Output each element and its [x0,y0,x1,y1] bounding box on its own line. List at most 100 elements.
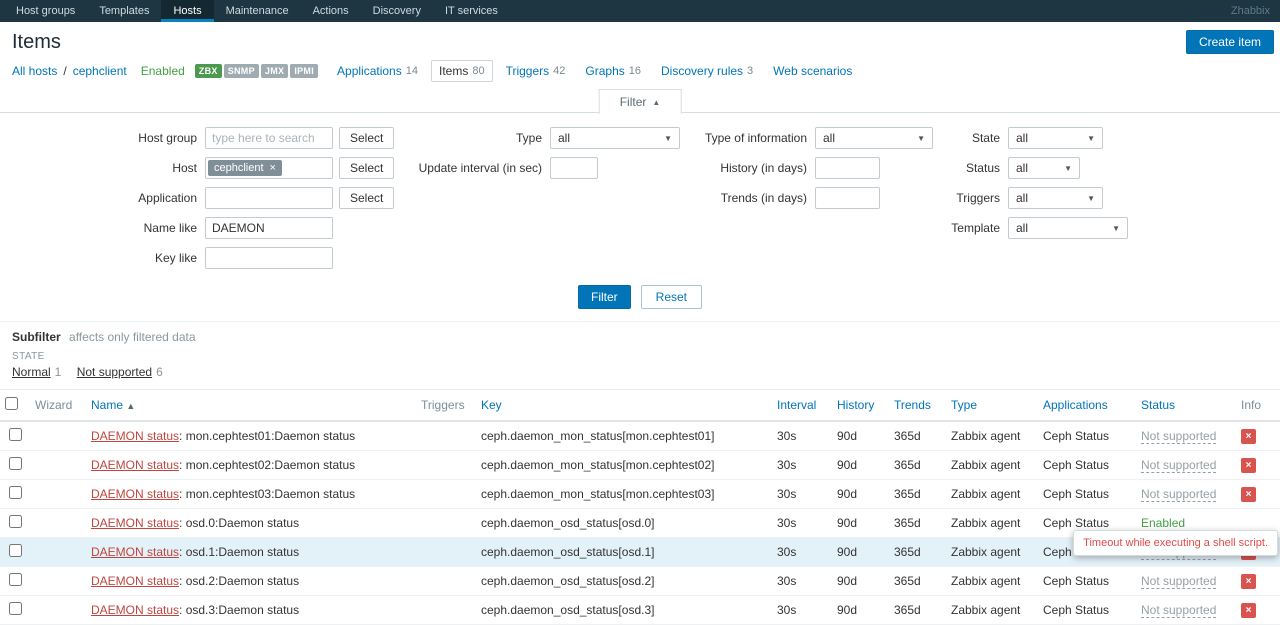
column-key[interactable]: Key [476,389,772,422]
item-status-link[interactable]: Not supported [1141,603,1217,618]
error-icon[interactable]: × [1241,574,1256,589]
tab-items[interactable]: Items 80 [430,60,493,82]
column-name[interactable]: Name ▲ [86,389,416,422]
item-applications: Ceph Status [1038,421,1136,451]
chip-remove-icon[interactable]: × [270,162,276,174]
row-checkbox[interactable] [8,457,22,470]
item-trends: 365d [889,508,946,538]
host-link[interactable]: cephclient [73,64,127,78]
column-triggers[interactable]: Triggers [416,389,476,422]
item-history: 90d [832,537,889,567]
row-checkbox[interactable] [8,573,22,586]
discovery-rule-link[interactable]: DAEMON status [91,603,179,617]
column-trends[interactable]: Trends [889,389,946,422]
tab-applications[interactable]: Applications 14 [330,61,425,81]
subfilter-not-supported-count: 6 [156,365,163,379]
host-select-button[interactable]: Select [339,157,395,179]
error-icon[interactable]: × [1241,603,1256,618]
item-status-link[interactable]: Not supported [1141,458,1217,473]
host-status-text: Enabled [140,64,185,78]
application-input[interactable] [205,187,333,209]
triggers-cell [416,421,476,451]
subfilter-normal[interactable]: Normal [12,365,51,379]
item-name: : mon.cephtest01:Daemon status [179,429,356,443]
triggers-select[interactable]: all ▼ [1008,187,1103,209]
sort-asc-icon: ▲ [126,401,136,411]
error-icon[interactable]: × [1241,487,1256,502]
nav-hosts[interactable]: Hosts [161,0,214,22]
error-icon[interactable]: × [1241,458,1256,473]
nav-it-services[interactable]: IT services [433,0,510,22]
item-status-link[interactable]: Not supported [1141,574,1217,589]
column-interval[interactable]: Interval [772,389,832,422]
discovery-rule-link[interactable]: DAEMON status [91,458,179,472]
row-checkbox[interactable] [8,486,22,499]
status-select[interactable]: all ▼ [1008,157,1080,179]
item-interval: 30s [772,479,832,509]
filter-toggle-tab[interactable]: Filter ▲ [598,89,682,114]
tab-discovery-rules[interactable]: Discovery rules 3 [654,61,760,81]
create-item-button[interactable]: Create item [1185,30,1274,54]
tab-triggers[interactable]: Triggers 42 [499,61,573,81]
column-status[interactable]: Status [1136,389,1236,422]
row-checkbox[interactable] [8,544,22,557]
subfilter-not-supported[interactable]: Not supported [77,365,152,379]
item-status-link[interactable]: Enabled [1141,516,1186,531]
template-select[interactable]: all ▼ [1008,217,1128,239]
name-like-input[interactable] [205,217,333,239]
discovery-rule-link[interactable]: DAEMON status [91,487,179,501]
item-status-link[interactable]: Not supported [1141,487,1217,502]
item-history: 90d [832,421,889,451]
column-type[interactable]: Type [946,389,1038,422]
key-like-input[interactable] [205,247,333,269]
host-group-select-button[interactable]: Select [339,127,395,149]
triggers-count: 42 [553,65,566,77]
row-checkbox[interactable] [8,602,22,615]
item-key: ceph.daemon_osd_status[osd.3] [476,595,772,625]
nav-host-groups[interactable]: Host groups [4,0,87,22]
update-interval-input[interactable] [550,157,598,179]
nav-templates[interactable]: Templates [87,0,161,22]
item-key: ceph.daemon_mon_status[mon.cephtest02] [476,450,772,480]
triggers-cell [416,508,476,538]
discovery-rule-link[interactable]: DAEMON status [91,516,179,530]
trends-input[interactable] [815,187,880,209]
host-multiselect[interactable]: cephclient × [205,157,333,179]
type-of-information-select[interactable]: all ▼ [815,127,933,149]
tab-web-scenarios[interactable]: Web scenarios [766,61,863,81]
row-checkbox[interactable] [8,515,22,528]
item-name: : osd.3:Daemon status [179,603,300,617]
all-hosts-link[interactable]: All hosts [12,64,57,78]
table-row: DAEMON status: osd.2:Daemon status ceph.… [0,566,1280,596]
page-header: Items Create item [0,22,1280,58]
select-all-checkbox[interactable] [5,397,18,410]
nav-actions[interactable]: Actions [301,0,361,22]
nav-discovery[interactable]: Discovery [361,0,433,22]
history-input[interactable] [815,157,880,179]
host-group-input[interactable] [205,127,333,149]
state-select[interactable]: all ▼ [1008,127,1103,149]
update-interval-label: Update interval (in sec) [418,161,542,175]
item-applications: Ceph Status [1038,450,1136,480]
item-name: : osd.2:Daemon status [179,574,300,588]
reset-button[interactable]: Reset [640,285,703,309]
discovery-rule-link[interactable]: DAEMON status [91,429,179,443]
type-select[interactable]: all ▼ [550,127,680,149]
item-key: ceph.daemon_mon_status[mon.cephtest01] [476,421,772,451]
discovery-rule-link[interactable]: DAEMON status [91,574,179,588]
item-status-link[interactable]: Not supported [1141,429,1217,444]
item-applications: Ceph Status [1038,595,1136,625]
filter-button[interactable]: Filter [577,285,631,309]
row-checkbox[interactable] [8,428,22,441]
tab-graphs[interactable]: Graphs 16 [578,61,648,81]
status-label: Status [965,161,1000,175]
column-info: Info [1236,389,1280,422]
error-icon[interactable]: × [1241,429,1256,444]
discovery-rule-link[interactable]: DAEMON status [91,545,179,559]
nav-maintenance[interactable]: Maintenance [214,0,301,22]
table-row: DAEMON status: mon.cephtest03:Daemon sta… [0,479,1280,509]
column-history[interactable]: History [832,389,889,422]
application-select-button[interactable]: Select [339,187,395,209]
item-key: ceph.daemon_osd_status[osd.1] [476,537,772,567]
state-label: State [971,131,1000,145]
